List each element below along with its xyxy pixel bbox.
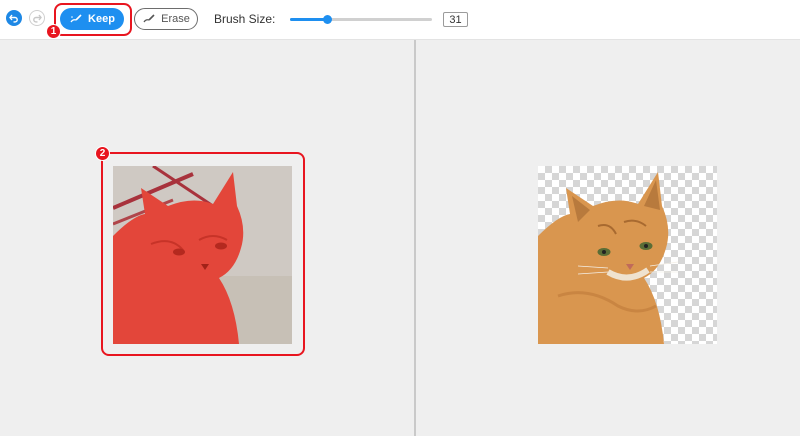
redo-icon (33, 14, 42, 23)
pane-divider (414, 40, 416, 436)
source-image-canvas (113, 166, 292, 344)
step-badge-1: 1 (46, 24, 61, 39)
result-image[interactable] (538, 166, 717, 344)
slider-fill (290, 18, 327, 21)
source-image[interactable] (113, 166, 292, 344)
eraser-icon (143, 14, 155, 23)
brush-size-slider[interactable] (290, 15, 432, 24)
result-image-canvas (538, 172, 679, 344)
erase-button-label: Erase (161, 13, 190, 25)
undo-button[interactable] (6, 10, 22, 26)
keep-highlight-box (54, 3, 132, 36)
redo-button[interactable] (29, 10, 45, 26)
slider-thumb[interactable] (323, 15, 332, 24)
step-badge-2: 2 (95, 146, 110, 161)
brush-size-label: Brush Size: (214, 12, 276, 26)
brush-size-value[interactable]: 31 (443, 12, 468, 27)
erase-button[interactable]: Erase (134, 8, 198, 30)
undo-icon (9, 14, 18, 23)
